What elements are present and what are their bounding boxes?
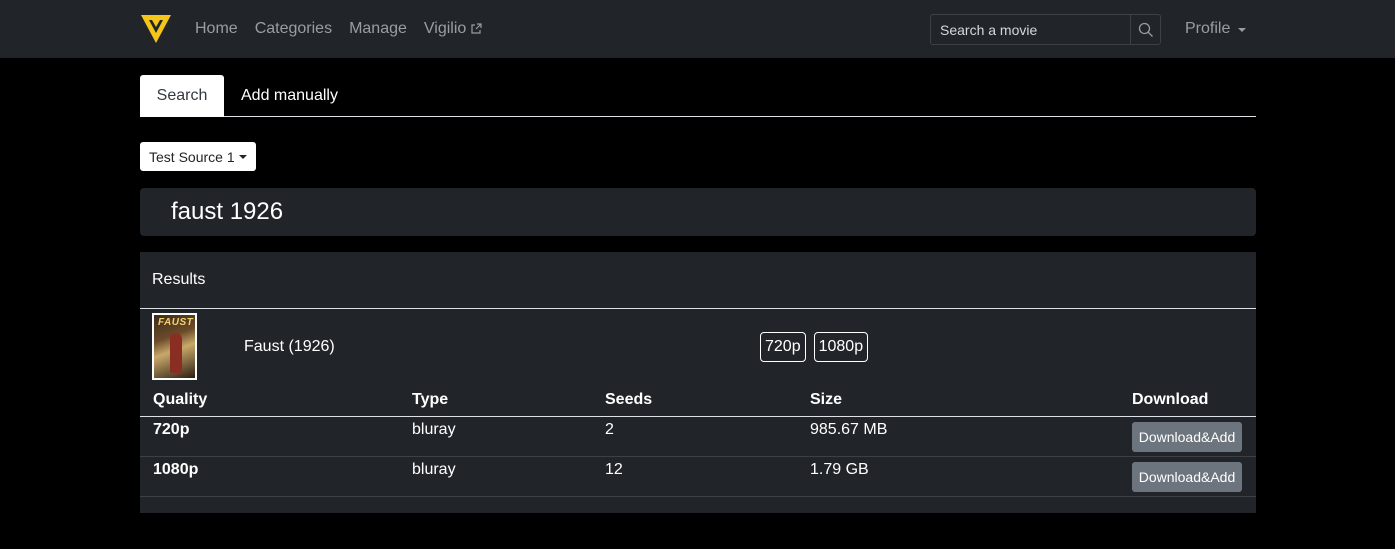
table-row: 1080p bluray 12 1.79 GB Download&Add	[140, 457, 1256, 497]
results-panel: Results FAUST Faust (1926) 720p 1080p Qu…	[140, 252, 1256, 513]
download-add-button[interactable]: Download&Add	[1132, 422, 1242, 452]
nav-manage-link[interactable]: Manage	[349, 20, 407, 38]
table-header: Quality Type Seeds Size Download	[140, 388, 1256, 417]
search-query-bar: faust 1926	[140, 188, 1256, 236]
download-add-button[interactable]: Download&Add	[1132, 462, 1242, 492]
movie-title: Faust (1926)	[244, 338, 335, 355]
torrent-table: Quality Type Seeds Size Download 720p bl…	[140, 388, 1256, 497]
size-cell: 1.79 GB	[810, 461, 869, 478]
movie-search-box	[930, 14, 1161, 45]
quality-badge-720p: 720p	[760, 332, 806, 362]
quality-badges: 720p 1080p	[760, 332, 869, 362]
movie-search-input[interactable]	[931, 15, 1130, 44]
nav-links: Home Categories Manage Vigilio	[195, 0, 482, 58]
column-header: Type	[412, 391, 449, 408]
source-dropdown-label: Test Source 1	[149, 148, 235, 165]
quality-cell: 1080p	[153, 461, 199, 478]
search-icon	[1138, 22, 1153, 37]
type-cell: bluray	[412, 461, 456, 478]
results-header: Results	[140, 252, 1256, 309]
seeds-cell: 12	[605, 461, 623, 478]
tab-add-manually[interactable]: Add manually	[241, 75, 338, 117]
nav-vigilio-link[interactable]: Vigilio	[424, 20, 482, 38]
quality-badge-1080p: 1080p	[813, 332, 869, 362]
movie-poster[interactable]: FAUST	[152, 313, 197, 380]
nav-home-link[interactable]: Home	[195, 20, 238, 38]
nav-vigilio-label: Vigilio	[423, 20, 467, 37]
tab-bar: Search Add manually	[140, 75, 1256, 117]
size-cell: 985.67 MB	[810, 421, 888, 438]
poster-figure	[170, 333, 182, 373]
quality-cell: 720p	[153, 421, 190, 438]
column-header: Size	[810, 391, 843, 408]
column-header: Download	[1132, 391, 1209, 408]
search-query-text: faust 1926	[171, 198, 284, 225]
source-dropdown[interactable]: Test Source 1	[140, 142, 256, 171]
type-cell: bluray	[412, 421, 456, 438]
search-button[interactable]	[1130, 15, 1160, 44]
table-row: 720p bluray 2 985.67 MB Download&Add	[140, 417, 1256, 457]
chevron-down-icon	[1238, 28, 1247, 32]
profile-label: Profile	[1185, 20, 1231, 37]
seeds-cell: 2	[605, 421, 614, 438]
nav-categories-link[interactable]: Categories	[255, 20, 332, 38]
chevron-down-icon	[238, 154, 247, 159]
poster-title: FAUST	[158, 317, 194, 328]
external-link-icon	[471, 23, 482, 34]
logo-icon[interactable]	[140, 13, 172, 45]
profile-dropdown[interactable]: Profile	[1185, 0, 1247, 58]
column-header: Seeds	[605, 391, 653, 408]
column-header: Quality	[153, 391, 208, 408]
tab-search[interactable]: Search	[140, 75, 224, 117]
navbar: Home Categories Manage Vigilio Profile	[0, 0, 1395, 58]
